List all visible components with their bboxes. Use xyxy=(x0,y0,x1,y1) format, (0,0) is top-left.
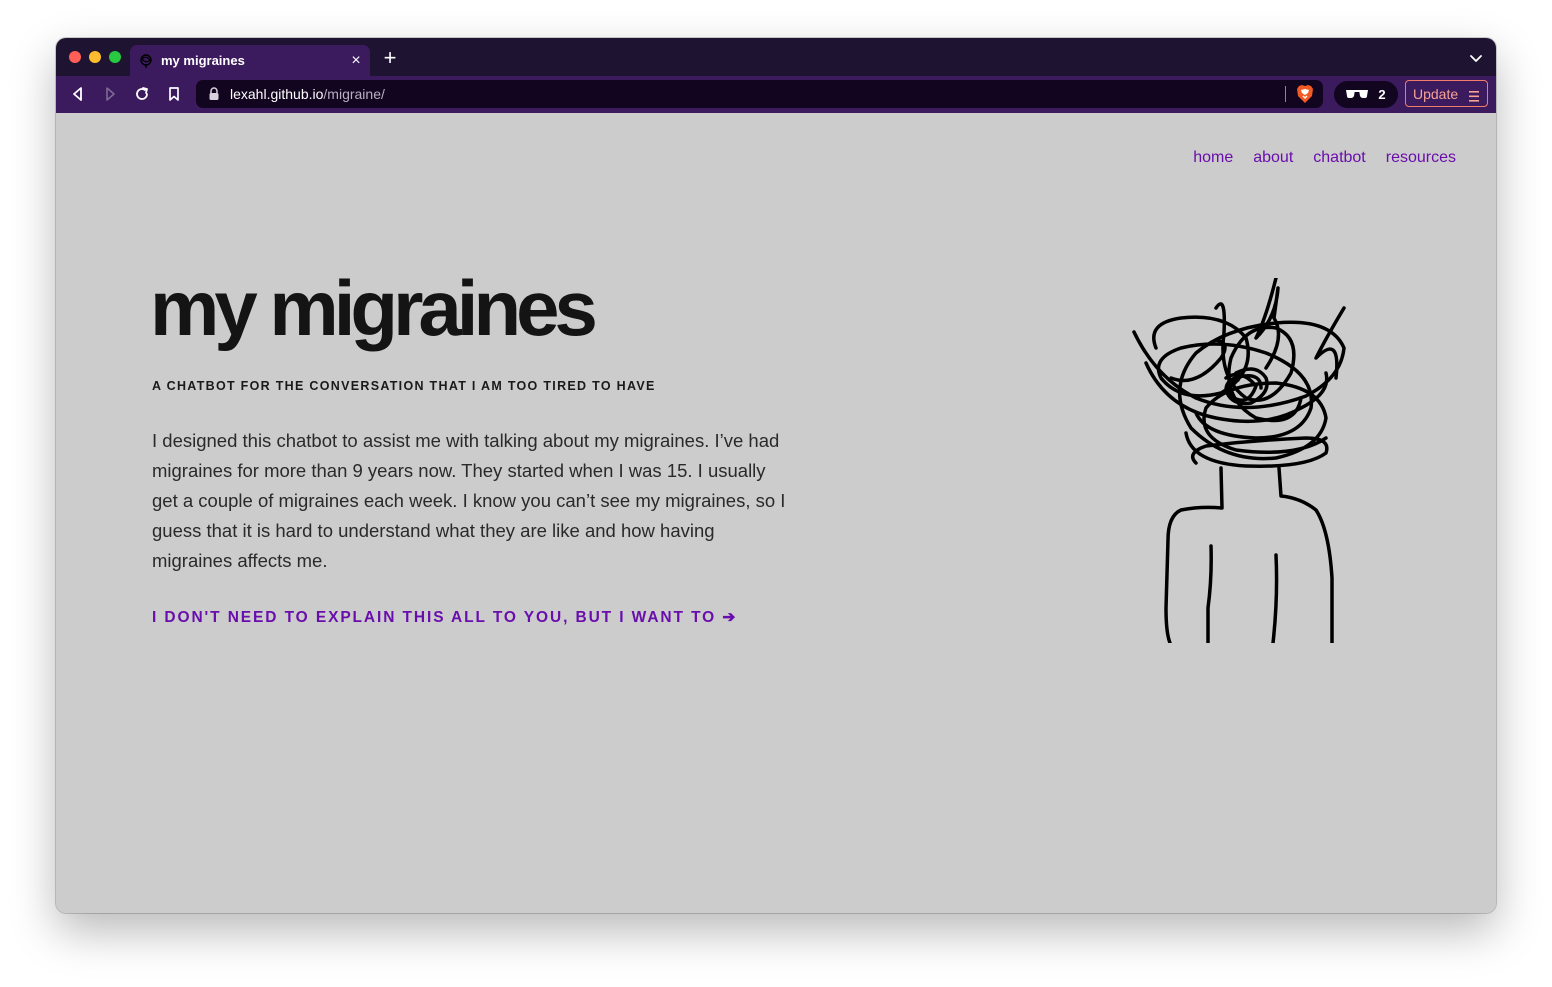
close-window-button[interactable] xyxy=(69,51,81,63)
site-nav: home about chatbot resources xyxy=(1193,149,1456,167)
tab-close-icon[interactable]: × xyxy=(346,51,366,71)
page-title: my migraines xyxy=(150,264,598,352)
brave-shield-icon[interactable] xyxy=(1296,84,1314,104)
nav-link-chatbot[interactable]: chatbot xyxy=(1313,149,1365,167)
nav-link-home[interactable]: home xyxy=(1193,149,1233,167)
update-label: Update xyxy=(1413,85,1459,102)
tab-title: my migraines xyxy=(161,53,245,68)
shields-count: 2 xyxy=(1378,87,1386,102)
scribbled-head-figure-illustration xyxy=(1132,278,1346,643)
reload-icon[interactable] xyxy=(132,84,152,104)
menu-icon xyxy=(1469,89,1479,102)
new-tab-button[interactable]: + xyxy=(380,47,400,69)
shields-button[interactable]: 2 xyxy=(1334,81,1398,108)
tab-strip: my migraines × + xyxy=(56,38,1496,76)
tab-favicon xyxy=(138,53,154,69)
tab-list-icon[interactable] xyxy=(1468,50,1484,66)
nav-link-about[interactable]: about xyxy=(1253,149,1293,167)
update-button[interactable]: Update xyxy=(1405,80,1488,107)
browser-toolbar: lexahl.github.io/migraine/ 2 Update xyxy=(56,76,1496,113)
url-path: /migraine/ xyxy=(323,86,385,102)
url-domain: lexahl.github.io xyxy=(230,86,324,102)
back-icon[interactable] xyxy=(68,84,88,104)
minimize-window-button[interactable] xyxy=(89,51,101,63)
web-page: home about chatbot resources my migraine… xyxy=(56,113,1496,913)
forward-icon[interactable] xyxy=(100,84,120,104)
intro-paragraph: I designed this chatbot to assist me wit… xyxy=(152,430,786,571)
url-divider xyxy=(1285,86,1286,102)
glasses-icon xyxy=(1346,86,1369,104)
address-bar[interactable]: lexahl.github.io/migraine/ xyxy=(196,80,1323,108)
url-text: lexahl.github.io/migraine/ xyxy=(230,86,385,102)
nav-link-resources[interactable]: resources xyxy=(1386,149,1456,167)
lock-icon xyxy=(208,87,220,101)
browser-window: my migraines × + lexahl.github.io/migrai… xyxy=(56,38,1496,913)
tab-active[interactable]: my migraines × xyxy=(130,45,370,76)
maximize-window-button[interactable] xyxy=(109,51,121,63)
bookmark-icon[interactable] xyxy=(164,84,184,104)
page-subtitle: A CHATBOT FOR THE CONVERSATION THAT I AM… xyxy=(152,379,656,393)
cta-link[interactable]: I DON'T NEED TO EXPLAIN THIS ALL TO YOU,… xyxy=(152,608,737,627)
